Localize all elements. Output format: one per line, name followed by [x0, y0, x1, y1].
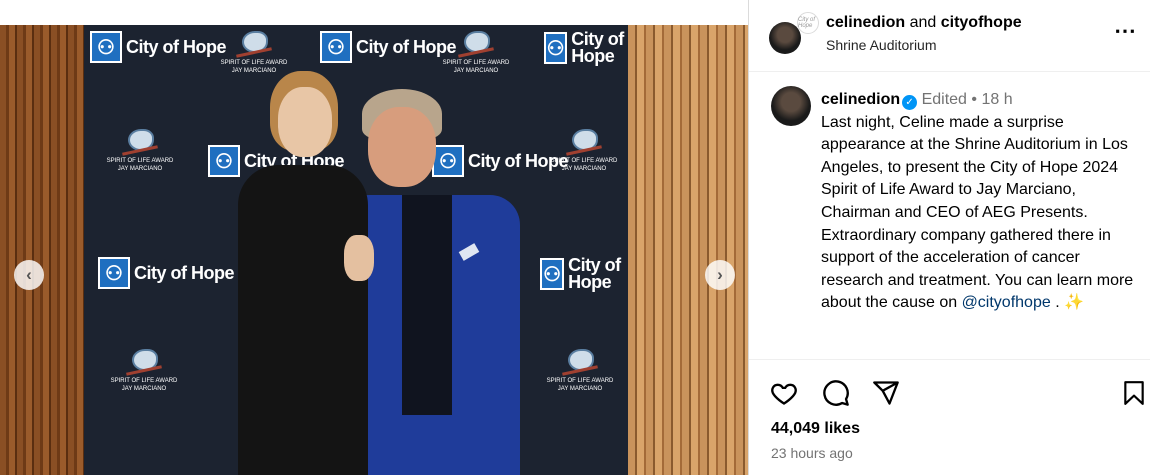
share-button[interactable] [871, 378, 901, 408]
award-logo: SPIRIT OF LIFE AWARD JAY MARCIANO [436, 27, 516, 75]
post-location[interactable]: Shrine Auditorium [826, 37, 937, 53]
award-text: SPIRIT OF LIFE AWARD [220, 60, 288, 66]
woman-outfit [238, 165, 368, 475]
share-icon [873, 381, 899, 405]
city-of-hope-logo-mark: ⚇ [544, 32, 568, 64]
collaborator-avatar[interactable]: City of Hope [797, 12, 819, 34]
instagram-post-view: ⚇ City of Hope SPIRIT OF LIFE AWARD JAY … [0, 0, 1150, 475]
city-of-hope-logo-mark: ⚇ [90, 31, 122, 63]
city-of-hope-logo: ⚇ City of Hope [90, 31, 227, 63]
bookmark-icon [1124, 381, 1144, 405]
sparkles-emoji: ✨ [1064, 294, 1085, 312]
award-text: SPIRIT OF LIFE AWARD [546, 378, 614, 384]
award-text: SPIRIT OF LIFE AWARD [110, 378, 178, 384]
action-bar [749, 372, 1150, 412]
wood-panel-left [0, 25, 92, 475]
award-logo: SPIRIT OF LIFE AWARD JAY MARCIANO [540, 345, 620, 393]
man-shirt [402, 195, 452, 415]
likes-count[interactable]: 44,049 likes [771, 420, 860, 438]
chevron-left-icon: ‹ [26, 265, 32, 284]
edited-label: Edited [921, 91, 967, 108]
post-authors: celinedion and cityofhope [826, 14, 1022, 32]
city-of-hope-logo-mark: ⚇ [320, 31, 352, 63]
person-woman [230, 71, 370, 475]
blue-jay-icon [126, 345, 162, 375]
carousel-prev-button[interactable]: ‹ [14, 260, 44, 290]
post-photo[interactable]: ⚇ City of Hope SPIRIT OF LIFE AWARD JAY … [0, 25, 748, 475]
award-logo: SPIRIT OF LIFE AWARD JAY MARCIANO [214, 27, 294, 75]
caption-author-avatar[interactable] [771, 86, 811, 126]
caption-text: Last night, Celine made a surprise appea… [821, 113, 1134, 312]
verified-badge-icon: ✓ [902, 95, 918, 110]
honoree-text: JAY MARCIANO [453, 68, 499, 74]
comment-button[interactable] [821, 378, 851, 408]
post-header: City of Hope celinedion and cityofhope S… [749, 0, 1150, 72]
author-username[interactable]: celinedion [826, 14, 905, 31]
city-of-hope-logo-mark: ⚇ [98, 257, 130, 289]
award-text: SPIRIT OF LIFE AWARD [442, 60, 510, 66]
caption-username[interactable]: celinedion [821, 91, 900, 108]
blue-jay-icon [122, 125, 158, 155]
blue-jay-icon [458, 27, 494, 57]
chevron-right-icon: › [717, 265, 723, 284]
award-logo: SPIRIT OF LIFE AWARD JAY MARCIANO [100, 125, 180, 173]
woman-face [278, 87, 332, 157]
honoree-text: JAY MARCIANO [121, 386, 167, 392]
post-caption: celinedion ✓ Edited • 18 h Last night, Ce… [749, 72, 1150, 360]
like-button[interactable] [769, 378, 799, 408]
honoree-text: JAY MARCIANO [117, 166, 163, 172]
honoree-text: JAY MARCIANO [561, 166, 607, 172]
top-whitespace [0, 0, 748, 25]
honoree-text: JAY MARCIANO [557, 386, 603, 392]
award-logo: SPIRIT OF LIFE AWARD JAY MARCIANO [104, 345, 184, 393]
blue-jay-icon [236, 27, 272, 57]
blue-jay-icon [562, 345, 598, 375]
woman-hand [344, 235, 374, 281]
man-face [368, 107, 436, 187]
carousel-next-button[interactable]: › [705, 260, 735, 290]
wood-panel-right [628, 25, 748, 475]
more-options-button[interactable]: ⋯ [1114, 18, 1137, 44]
honoree-text: JAY MARCIANO [231, 68, 277, 74]
city-of-hope-logo-mark: ⚇ [540, 258, 565, 290]
meta-separator: • [971, 91, 978, 108]
authors-conjunction: and [909, 14, 937, 31]
award-text: SPIRIT OF LIFE AWARD [106, 158, 174, 164]
collaborator-avatar-text: City of Hope [798, 17, 816, 29]
award-text: SPIRIT OF LIFE AWARD [550, 158, 618, 164]
author-avatar[interactable] [769, 22, 801, 54]
heart-icon [771, 383, 797, 405]
award-logo: SPIRIT OF LIFE AWARD JAY MARCIANO [544, 125, 624, 173]
logo-text: City of Hope [134, 262, 235, 283]
post-side-panel: City of Hope celinedion and cityofhope S… [748, 0, 1150, 475]
save-button[interactable] [1119, 378, 1149, 408]
mention-link[interactable]: @cityofhope [962, 294, 1051, 311]
caption-body: celinedion ✓ Edited • 18 h Last night, Ce… [821, 89, 1136, 315]
more-icon: ⋯ [1114, 18, 1137, 43]
city-of-hope-logo: ⚇ City of Hope [544, 30, 640, 65]
comment-icon [823, 380, 849, 406]
logo-text: City of Hope [126, 36, 227, 57]
city-of-hope-logo: ⚇ City of Hope [98, 257, 235, 289]
post-timestamp[interactable]: 23 hours ago [771, 445, 853, 461]
blue-jay-icon [566, 125, 602, 155]
post-age: 18 h [981, 91, 1013, 108]
city-of-hope-logo: ⚇ City of Hope [540, 256, 640, 291]
collaborator-username[interactable]: cityofhope [941, 14, 1022, 31]
caption-tail: . [1050, 294, 1060, 312]
